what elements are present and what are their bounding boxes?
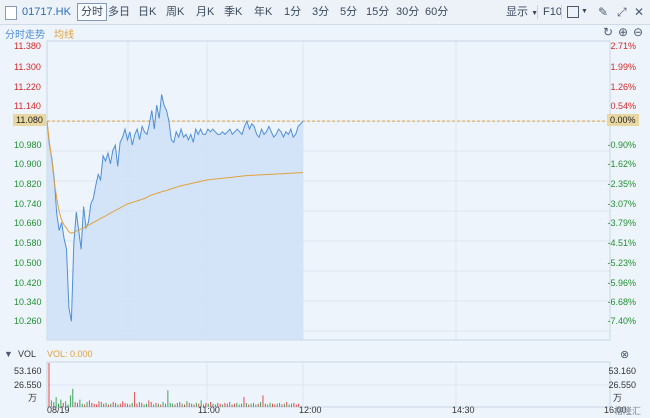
tab-intraday[interactable]: 分时 (77, 3, 107, 21)
tab-weekly-k[interactable]: 周K (166, 5, 184, 19)
y-tick-left: 10.580 (14, 238, 42, 248)
vol-tick-mid: 26.550 (14, 380, 42, 390)
vol-unit: 万 (28, 393, 38, 403)
chart-svg (46, 40, 611, 408)
prev-close-pct-tag: 0.00% (607, 114, 639, 126)
y-tick-left: 11.380 (14, 41, 41, 51)
vol-tick-max: 53.160 (14, 366, 42, 376)
watermark: 格隆汇 (614, 406, 642, 416)
chart-panel (0, 25, 650, 418)
x-label-1100: 11:00 (198, 405, 220, 415)
pen-icon[interactable]: ✎ (598, 5, 608, 19)
vol-tick-max-right: 53.160 (608, 366, 636, 376)
tab-1min[interactable]: 1分 (284, 5, 301, 19)
display-menu[interactable]: 显示 ▼ (506, 5, 538, 19)
volume-close-icon[interactable]: ⊗ (620, 348, 629, 361)
y-tick-right: -5.96% (607, 278, 636, 288)
volume-label: VOL (18, 349, 37, 359)
x-label-1430: 14:30 (452, 405, 475, 415)
y-tick-right: 1.99% (610, 62, 636, 72)
separator (561, 5, 562, 19)
doc-icon[interactable] (5, 6, 17, 20)
y-tick-left: 10.900 (14, 159, 42, 169)
volume-value: VOL: 0.000 (47, 349, 93, 359)
y-tick-right: -3.07% (607, 199, 636, 209)
tab-15min[interactable]: 15分 (366, 5, 389, 19)
tab-5min[interactable]: 5分 (340, 5, 357, 19)
y-tick-left: 10.500 (14, 258, 42, 268)
y-tick-right: -3.79% (607, 218, 636, 228)
tab-30min[interactable]: 30分 (396, 5, 419, 19)
symbol-label[interactable]: 01717.HK (22, 5, 71, 19)
y-tick-left: 10.340 (14, 297, 42, 307)
tab-3min[interactable]: 3分 (312, 5, 329, 19)
y-tick-right: -2.35% (607, 179, 636, 189)
volume-collapse-icon[interactable]: ▼ (4, 349, 13, 359)
fullscreen-icon[interactable]: ⤢ (617, 5, 627, 19)
tab-monthly-k[interactable]: 月K (196, 5, 214, 19)
y-tick-right: -7.40% (607, 316, 636, 326)
close-icon[interactable]: ✕ (634, 5, 644, 19)
y-tick-left: 10.260 (14, 316, 42, 326)
toolbar: 01717.HK 分时 多日 日K 周K 月K 季K 年K 1分 3分 5分 1… (0, 0, 650, 25)
y-tick-right: 2.71% (610, 41, 636, 51)
prev-close-tag: 11.080 (13, 114, 46, 126)
price-area-fill (47, 94, 303, 341)
tab-multiday[interactable]: 多日 (108, 5, 130, 19)
vol-unit-right: 万 (612, 393, 622, 403)
chart-frame-icon[interactable] (567, 6, 579, 18)
legend-average: 均线 (54, 30, 74, 41)
y-tick-right: -5.23% (607, 258, 636, 268)
y-tick-left: 10.420 (14, 278, 42, 288)
y-tick-right: -1.62% (607, 159, 636, 169)
y-tick-right: -4.51% (607, 238, 636, 248)
legend-intraday: 分时走势 (5, 30, 45, 41)
tab-quarterly-k[interactable]: 季K (224, 5, 242, 19)
x-label-1200: 12:00 (299, 405, 322, 415)
y-tick-left: 10.980 (14, 140, 42, 150)
y-tick-left: 10.660 (14, 218, 42, 228)
y-tick-left: 11.140 (14, 101, 41, 111)
tab-daily-k[interactable]: 日K (138, 5, 156, 19)
y-tick-right: 1.26% (610, 82, 636, 92)
f10-button[interactable]: F10 (543, 5, 562, 19)
refresh-icon[interactable]: ↻ (603, 25, 613, 39)
display-label: 显示 (506, 6, 528, 18)
zoom-out-icon[interactable]: ⊖ (633, 25, 643, 39)
separator (537, 5, 538, 19)
frame-dropdown-icon[interactable]: ▼ (581, 5, 588, 19)
y-tick-left: 10.740 (14, 199, 42, 209)
y-tick-right: -0.90% (607, 140, 636, 150)
tab-yearly-k[interactable]: 年K (254, 5, 272, 19)
y-tick-left: 11.300 (14, 62, 41, 72)
zoom-in-icon[interactable]: ⊕ (618, 25, 628, 39)
vol-tick-mid-right: 26.550 (608, 380, 636, 390)
y-tick-right: 0.54% (610, 101, 636, 111)
y-tick-left: 10.820 (14, 179, 42, 189)
y-tick-left: 11.220 (14, 82, 41, 92)
x-label-start: 08/19 (47, 405, 70, 415)
y-tick-right: -6.68% (607, 297, 636, 307)
tab-60min[interactable]: 60分 (425, 5, 448, 19)
